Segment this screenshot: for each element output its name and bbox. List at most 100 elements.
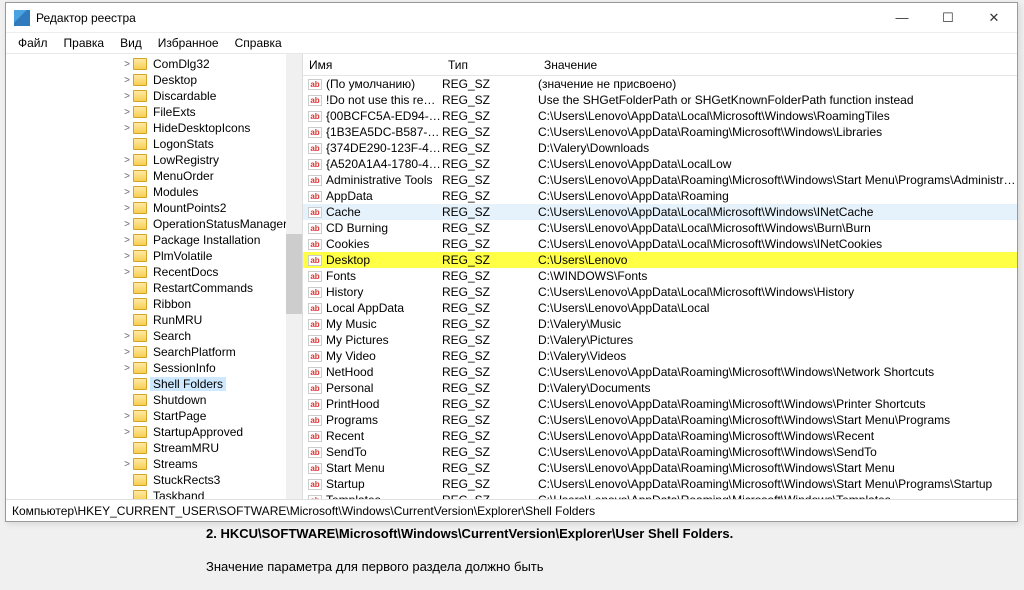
expand-icon[interactable]: > (121, 91, 133, 102)
value-row[interactable]: abRecentREG_SZC:\Users\Lenovo\AppData\Ro… (303, 428, 1017, 444)
tree-node[interactable]: >Package Installation (6, 232, 302, 248)
tree-node[interactable]: LogonStats (6, 136, 302, 152)
expand-icon[interactable]: > (121, 363, 133, 374)
value-row[interactable]: ab{374DE290-123F-4565-9164...REG_SZD:\Va… (303, 140, 1017, 156)
tree-node[interactable]: >SearchPlatform (6, 344, 302, 360)
col-name[interactable]: Имя (303, 58, 442, 72)
expand-icon[interactable]: > (121, 187, 133, 198)
tree-node[interactable]: Taskband (6, 488, 302, 499)
value-row[interactable]: abSendToREG_SZC:\Users\Lenovo\AppData\Ro… (303, 444, 1017, 460)
value-row[interactable]: abProgramsREG_SZC:\Users\Lenovo\AppData\… (303, 412, 1017, 428)
expand-icon[interactable]: > (121, 107, 133, 118)
value-row[interactable]: abPrintHoodREG_SZC:\Users\Lenovo\AppData… (303, 396, 1017, 412)
value-row[interactable]: abMy VideoREG_SZD:\Valery\Videos (303, 348, 1017, 364)
value-row[interactable]: abPersonalREG_SZD:\Valery\Documents (303, 380, 1017, 396)
menu-избранное[interactable]: Избранное (150, 34, 227, 52)
tree-node[interactable]: Ribbon (6, 296, 302, 312)
value-row[interactable]: ab{00BCFC5A-ED94-4E48-96A...REG_SZC:\Use… (303, 108, 1017, 124)
tree-node[interactable]: >StartupApproved (6, 424, 302, 440)
value-row[interactable]: abLocal AppDataREG_SZC:\Users\Lenovo\App… (303, 300, 1017, 316)
expand-icon[interactable]: > (121, 203, 133, 214)
value-row[interactable]: ab!Do not use this registry keyREG_SZUse… (303, 92, 1017, 108)
expand-icon[interactable]: > (121, 123, 133, 134)
tree-node[interactable]: >OperationStatusManager (6, 216, 302, 232)
value-row[interactable]: ab(По умолчанию)REG_SZ(значение не присв… (303, 76, 1017, 92)
tree-node[interactable]: >MountPoints2 (6, 200, 302, 216)
menu-файл[interactable]: Файл (10, 34, 56, 52)
expand-icon[interactable]: > (121, 171, 133, 182)
value-row[interactable]: abStartupREG_SZC:\Users\Lenovo\AppData\R… (303, 476, 1017, 492)
value-row[interactable]: abFontsREG_SZC:\WINDOWS\Fonts (303, 268, 1017, 284)
expand-icon[interactable] (121, 475, 133, 486)
expand-icon[interactable]: > (121, 235, 133, 246)
expand-icon[interactable]: > (121, 459, 133, 470)
maximize-button[interactable]: ☐ (925, 3, 971, 33)
tree-node[interactable]: >Desktop (6, 72, 302, 88)
value-row[interactable]: ab{A520A1A4-1780-4FF6-BD1...REG_SZC:\Use… (303, 156, 1017, 172)
tree-node[interactable]: >Discardable (6, 88, 302, 104)
tree-node[interactable]: >StartPage (6, 408, 302, 424)
value-row[interactable]: abStart MenuREG_SZC:\Users\Lenovo\AppDat… (303, 460, 1017, 476)
menu-вид[interactable]: Вид (112, 34, 150, 52)
tree-node[interactable]: >Modules (6, 184, 302, 200)
tree-node[interactable]: StuckRects3 (6, 472, 302, 488)
scrollbar-thumb[interactable] (286, 234, 302, 314)
tree-node[interactable]: RestartCommands (6, 280, 302, 296)
tree-node[interactable]: >HideDesktopIcons (6, 120, 302, 136)
tree-node[interactable]: >Streams (6, 456, 302, 472)
expand-icon[interactable] (121, 491, 133, 500)
tree-node[interactable]: >ComDlg32 (6, 56, 302, 72)
value-row[interactable]: abAdministrative ToolsREG_SZC:\Users\Len… (303, 172, 1017, 188)
tree-node[interactable]: >LowRegistry (6, 152, 302, 168)
expand-icon[interactable] (121, 299, 133, 310)
expand-icon[interactable] (121, 395, 133, 406)
col-value[interactable]: Значение (538, 58, 1017, 72)
expand-icon[interactable]: > (121, 411, 133, 422)
value-row[interactable]: abCookiesREG_SZC:\Users\Lenovo\AppData\L… (303, 236, 1017, 252)
expand-icon[interactable] (121, 379, 133, 390)
value-row[interactable]: abTemplatesREG_SZC:\Users\Lenovo\AppData… (303, 492, 1017, 499)
tree-pane[interactable]: >ComDlg32>Desktop>Discardable>FileExts>H… (6, 54, 303, 499)
values-pane[interactable]: Имя Тип Значение ab(По умолчанию)REG_SZ(… (303, 54, 1017, 499)
expand-icon[interactable]: > (121, 267, 133, 278)
value-row[interactable]: abAppDataREG_SZC:\Users\Lenovo\AppData\R… (303, 188, 1017, 204)
tree-node[interactable]: >FileExts (6, 104, 302, 120)
tree-node[interactable]: RunMRU (6, 312, 302, 328)
menu-справка[interactable]: Справка (227, 34, 290, 52)
expand-icon[interactable] (121, 315, 133, 326)
expand-icon[interactable] (121, 283, 133, 294)
tree-node[interactable]: >RecentDocs (6, 264, 302, 280)
title-bar[interactable]: Редактор реестра — ☐ ✕ (6, 3, 1017, 33)
expand-icon[interactable]: > (121, 251, 133, 262)
value-row[interactable]: abNetHoodREG_SZC:\Users\Lenovo\AppData\R… (303, 364, 1017, 380)
tree-node[interactable]: StreamMRU (6, 440, 302, 456)
expand-icon[interactable]: > (121, 75, 133, 86)
value-row[interactable]: abMy PicturesREG_SZD:\Valery\Pictures (303, 332, 1017, 348)
tree-node[interactable]: >PlmVolatile (6, 248, 302, 264)
expand-icon[interactable] (121, 443, 133, 454)
value-row[interactable]: ab{1B3EA5DC-B587-4786-B4E...REG_SZC:\Use… (303, 124, 1017, 140)
tree-node[interactable]: >SessionInfo (6, 360, 302, 376)
list-header[interactable]: Имя Тип Значение (303, 54, 1017, 76)
value-row[interactable]: abCD BurningREG_SZC:\Users\Lenovo\AppDat… (303, 220, 1017, 236)
tree-node[interactable]: >Search (6, 328, 302, 344)
tree-node[interactable]: Shell Folders (6, 376, 302, 392)
expand-icon[interactable]: > (121, 331, 133, 342)
close-button[interactable]: ✕ (971, 3, 1017, 33)
expand-icon[interactable]: > (121, 59, 133, 70)
value-row[interactable]: abHistoryREG_SZC:\Users\Lenovo\AppData\L… (303, 284, 1017, 300)
menu-правка[interactable]: Правка (56, 34, 113, 52)
value-row[interactable]: abMy MusicREG_SZD:\Valery\Music (303, 316, 1017, 332)
expand-icon[interactable]: > (121, 155, 133, 166)
minimize-button[interactable]: — (879, 3, 925, 33)
expand-icon[interactable]: > (121, 219, 133, 230)
tree-node[interactable]: Shutdown (6, 392, 302, 408)
col-type[interactable]: Тип (442, 58, 538, 72)
value-row[interactable]: abCacheREG_SZC:\Users\Lenovo\AppData\Loc… (303, 204, 1017, 220)
value-row[interactable]: abDesktopREG_SZC:\Users\Lenovo (303, 252, 1017, 268)
expand-icon[interactable]: > (121, 427, 133, 438)
tree-node[interactable]: >MenuOrder (6, 168, 302, 184)
value-name: Start Menu (326, 461, 442, 475)
expand-icon[interactable] (121, 139, 133, 150)
expand-icon[interactable]: > (121, 347, 133, 358)
